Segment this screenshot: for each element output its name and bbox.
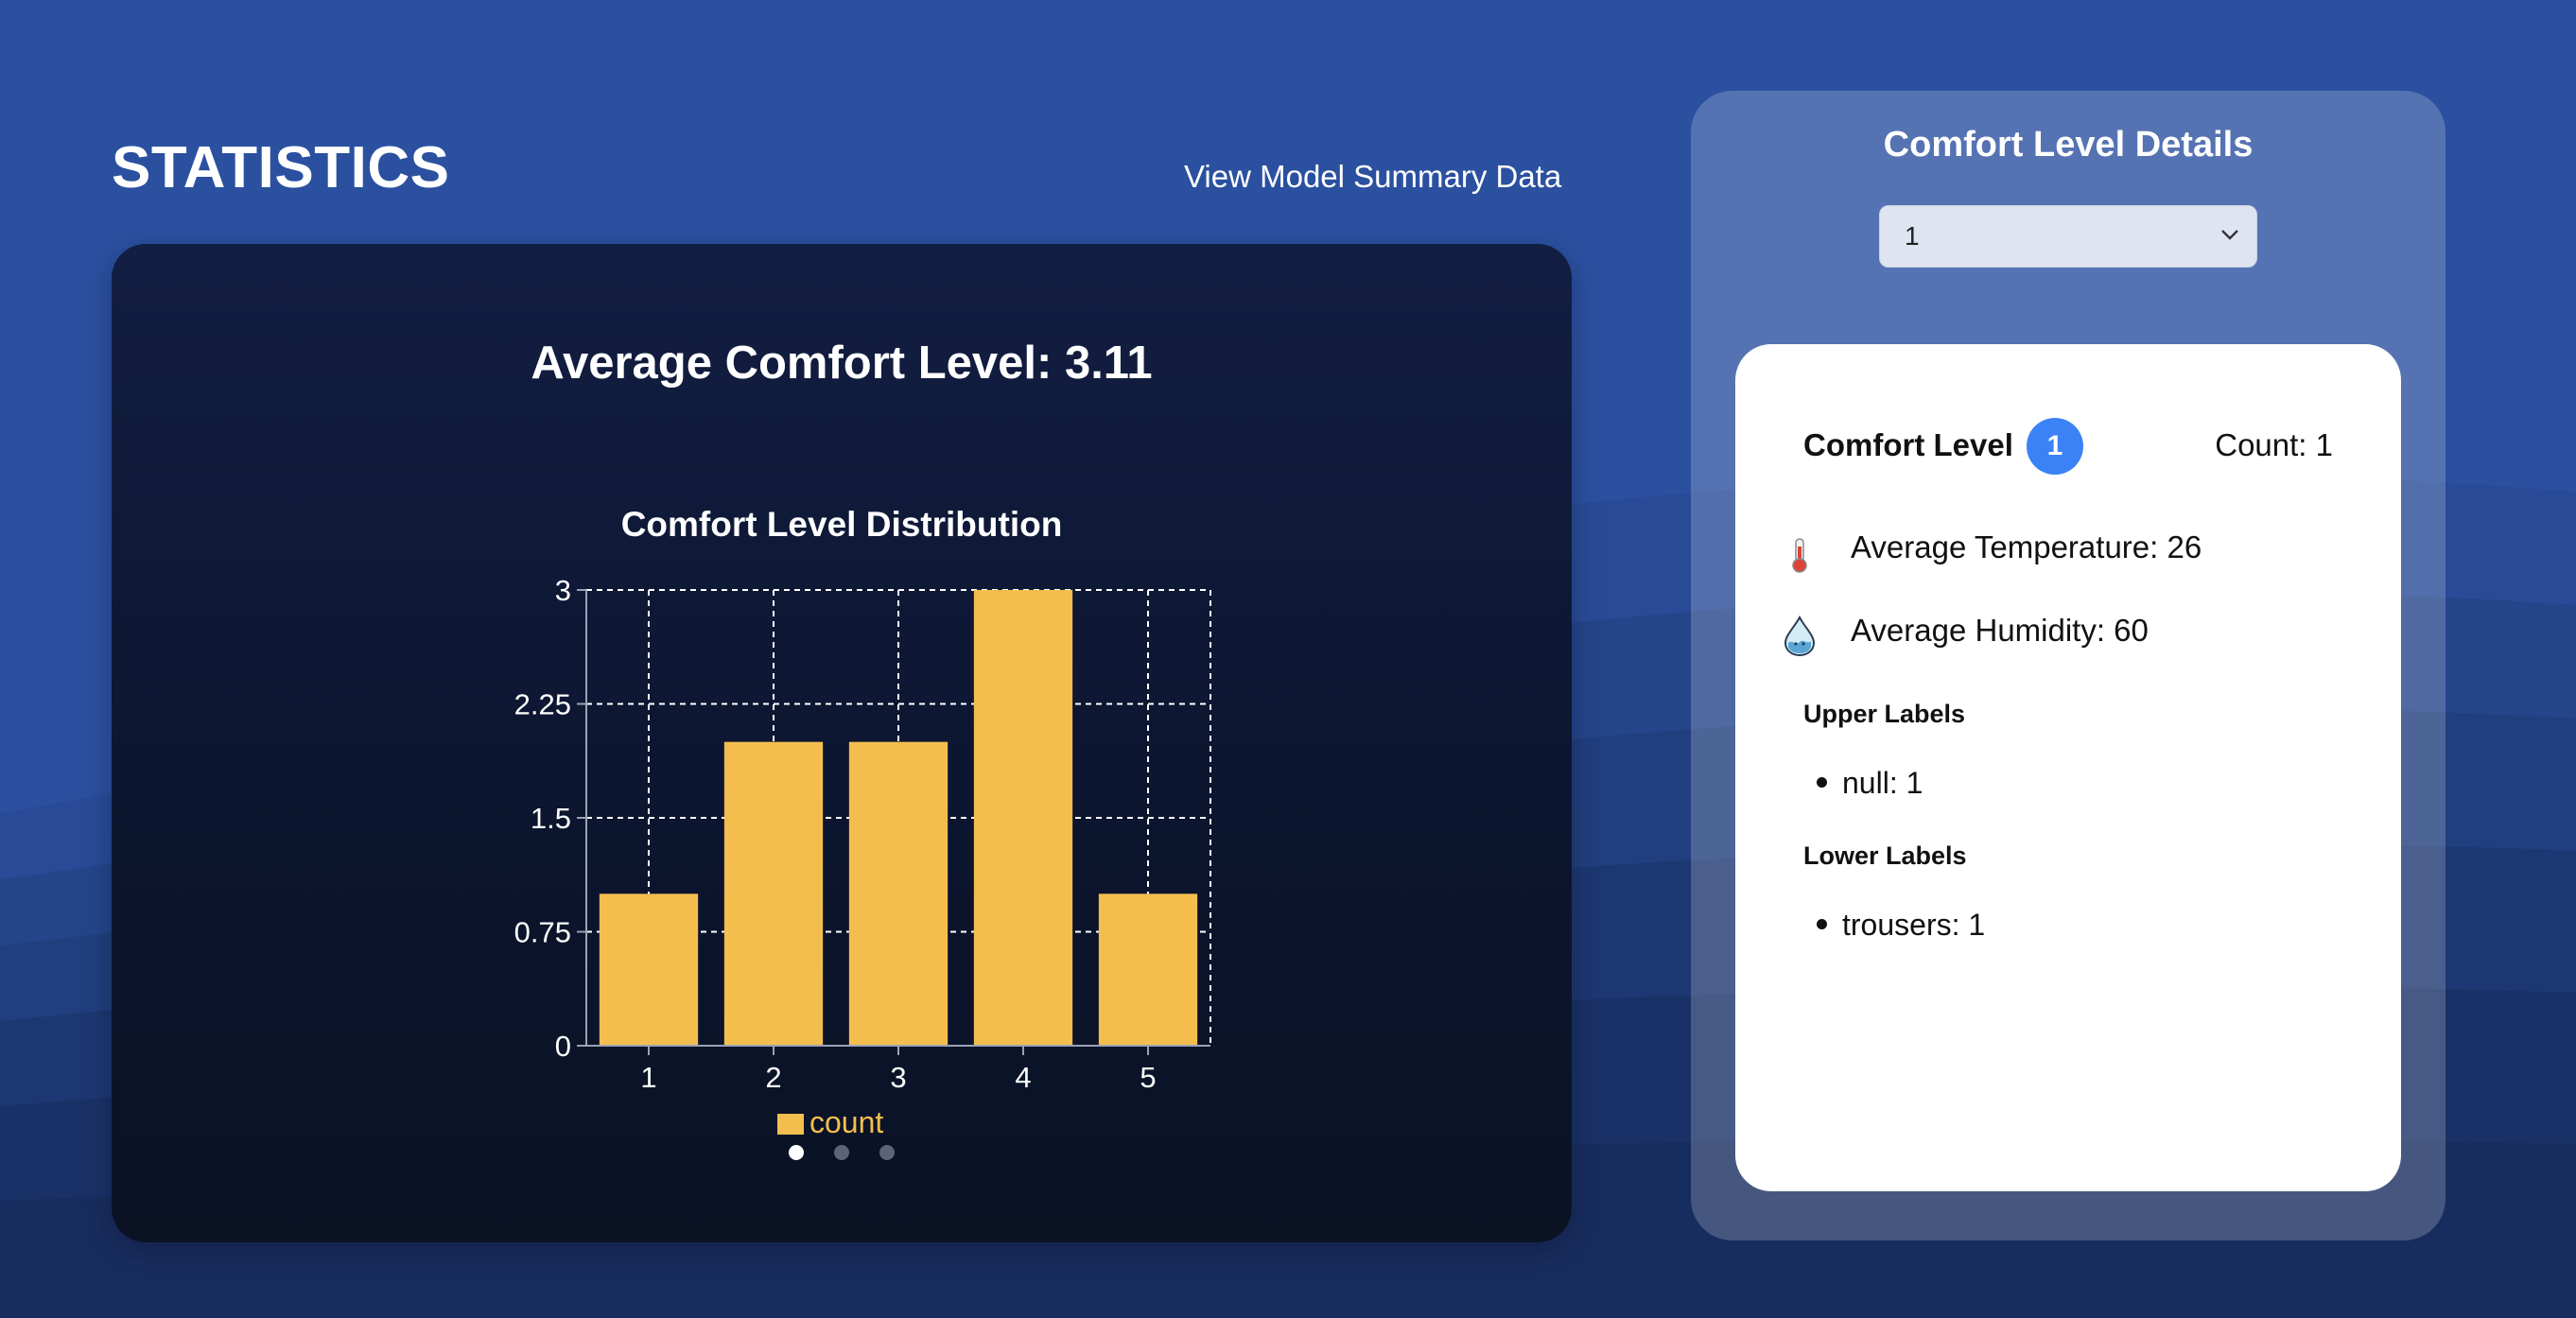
- water-drop-icon: [1784, 615, 1816, 656]
- chevron-down-icon: [2221, 230, 2238, 240]
- comfort-level-label: Comfort Level: [1803, 427, 2013, 462]
- bar-3[interactable]: [848, 741, 949, 1046]
- y-axis-ticks: 0 0.75 1.5 2.25 3: [514, 574, 586, 1063]
- bullet-icon: [1817, 777, 1827, 789]
- bar-2[interactable]: [723, 741, 824, 1046]
- upper-label-item: null: 1: [1817, 766, 1923, 801]
- y-tick-label: 0: [555, 1030, 571, 1063]
- bullet-icon: [1817, 919, 1827, 930]
- x-tick-label: 5: [1140, 1061, 1156, 1094]
- carousel-dot-2[interactable]: [834, 1145, 849, 1160]
- comfort-details-panel: Comfort Level Details 1 Comfort Level 1 …: [1691, 91, 2445, 1240]
- legend-label: count: [809, 1105, 883, 1139]
- bar-4[interactable]: [973, 590, 1073, 1046]
- y-tick-label: 0.75: [514, 916, 571, 949]
- carousel-dots: [789, 1145, 895, 1160]
- average-humidity: Average Humidity: 60: [1851, 613, 2149, 648]
- select-value: 1: [1905, 221, 1920, 251]
- details-title: Comfort Level Details: [1883, 125, 2254, 165]
- legend-swatch: [777, 1114, 804, 1135]
- y-tick-label: 1.5: [531, 802, 571, 835]
- carousel-dot-1[interactable]: [789, 1145, 804, 1160]
- carousel-dot-3[interactable]: [879, 1145, 895, 1160]
- upper-labels-title: Upper Labels: [1803, 700, 1966, 728]
- x-tick-label: 3: [890, 1061, 906, 1094]
- page-title: STATISTICS: [112, 135, 450, 200]
- comfort-distribution-chart: Comfort Level Distribution 0 0.75 1.5 2.25 3…: [514, 505, 1211, 1160]
- x-tick-label: 2: [765, 1061, 781, 1094]
- upper-label-text: null: 1: [1842, 766, 1923, 800]
- comfort-level-select[interactable]: 1: [1879, 205, 2257, 268]
- y-tick-label: 3: [555, 574, 571, 607]
- statistics-card: Average Comfort Level: 3.11 Comfort Leve…: [112, 244, 1572, 1242]
- view-model-summary-link[interactable]: View Model Summary Data: [1184, 159, 1561, 195]
- comfort-detail-card: Comfort Level 1 Count: 1 Average Tempera…: [1735, 344, 2401, 1191]
- chart-title: Comfort Level Distribution: [621, 505, 1063, 544]
- lower-label-text: trousers: 1: [1842, 908, 1986, 942]
- y-tick-label: 2.25: [514, 688, 571, 721]
- lower-labels-title: Lower Labels: [1803, 841, 1967, 870]
- average-temperature: Average Temperature: 26: [1851, 529, 2202, 564]
- count-text: Count: 1: [2215, 427, 2333, 462]
- bar-5[interactable]: [1098, 893, 1198, 1046]
- comfort-level-badge: 1: [2027, 418, 2083, 475]
- x-tick-label: 1: [640, 1061, 656, 1094]
- x-axis-ticks: 1 2 3 4 5: [640, 1046, 1157, 1094]
- thermometer-icon: [1792, 538, 1807, 573]
- chart-legend: count: [777, 1105, 883, 1139]
- bar-1[interactable]: [599, 893, 699, 1046]
- x-tick-label: 4: [1015, 1061, 1031, 1094]
- lower-label-item: trousers: 1: [1817, 908, 1985, 943]
